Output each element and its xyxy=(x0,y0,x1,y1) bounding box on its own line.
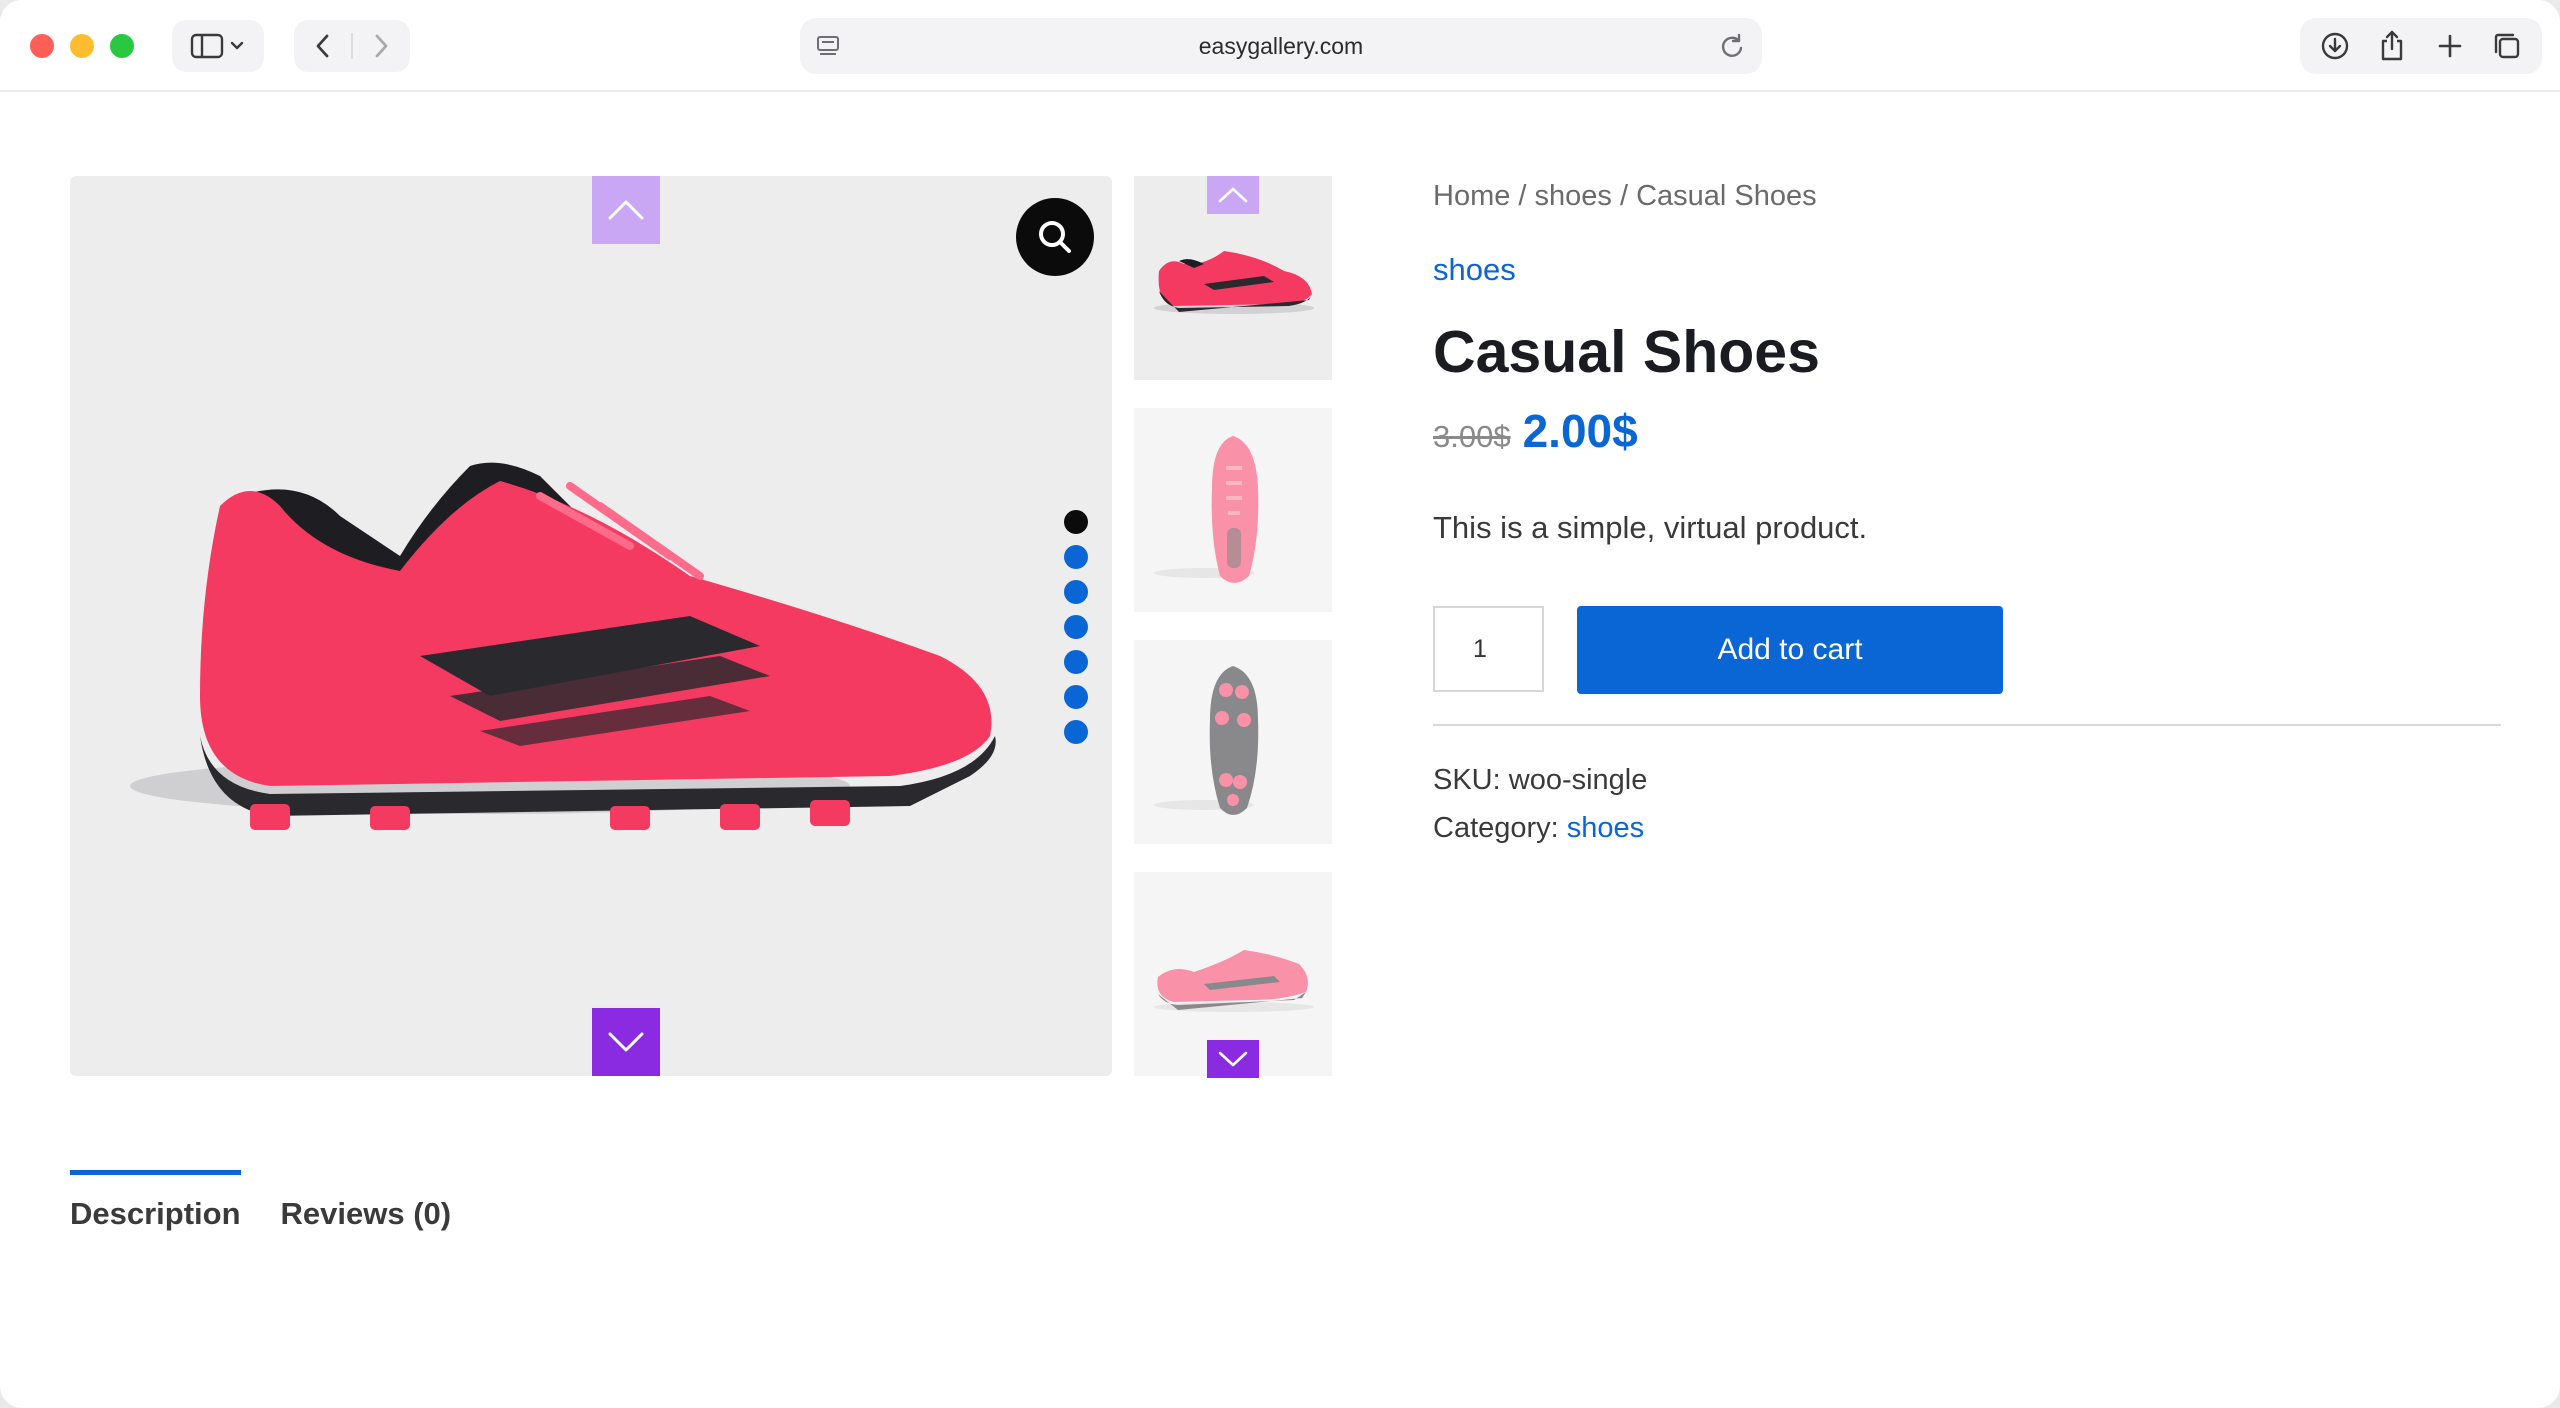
close-window-button[interactable] xyxy=(30,34,54,58)
browser-toolbar: easygallery.com xyxy=(0,0,2560,92)
gallery-prev-button[interactable] xyxy=(592,176,660,244)
slide-dot-6[interactable] xyxy=(1064,685,1088,709)
add-to-cart-button[interactable]: Add to cart xyxy=(1577,606,2003,694)
short-description: This is a simple, virtual product. xyxy=(1433,510,1868,545)
minimize-window-button[interactable] xyxy=(70,34,94,58)
breadcrumb-current: Casual Shoes xyxy=(1636,180,1817,212)
new-tab-button[interactable] xyxy=(2424,20,2476,72)
category-link[interactable]: shoes xyxy=(1567,812,1644,844)
shoe-image xyxy=(130,462,996,830)
reload-icon[interactable] xyxy=(1718,32,1746,60)
chevron-right-icon xyxy=(376,34,388,58)
browser-window: easygallery.com Home / shoes / Casual Sh… xyxy=(0,0,2560,1408)
product-main-image[interactable] xyxy=(70,176,1112,1076)
product-category-link[interactable]: shoes xyxy=(1433,252,1516,288)
tabs-icon xyxy=(2495,33,2520,59)
product-sku: SKU: woo-single xyxy=(1433,764,1647,797)
summary-divider xyxy=(1433,724,2501,726)
back-button[interactable] xyxy=(294,20,351,72)
zoom-button[interactable] xyxy=(1016,198,1094,276)
slide-dot-3[interactable] xyxy=(1064,580,1088,604)
breadcrumb-home[interactable]: Home xyxy=(1433,180,1510,212)
tab-overview-button[interactable] xyxy=(2481,20,2533,72)
slide-dot-1[interactable] xyxy=(1064,510,1088,534)
address-bar[interactable]: easygallery.com xyxy=(800,18,1762,74)
download-icon xyxy=(2321,32,2348,60)
sku-value: woo-single xyxy=(1508,764,1648,796)
sidebar-icon xyxy=(190,33,244,59)
chevron-up-icon xyxy=(1218,187,1248,203)
shoe-top-thumbnail xyxy=(1154,436,1259,583)
sku-label: SKU: xyxy=(1433,764,1501,796)
thumbnail-2[interactable] xyxy=(1134,408,1332,612)
product-category: Category: shoes xyxy=(1433,812,1644,845)
plus-icon xyxy=(2438,34,2462,58)
product-tabs: Description Reviews (0) xyxy=(70,1170,491,1232)
gallery-next-button[interactable] xyxy=(592,1008,660,1076)
slide-dot-7[interactable] xyxy=(1064,720,1088,744)
shoe-sole-thumbnail xyxy=(1154,666,1259,815)
navigation-buttons xyxy=(294,20,410,72)
breadcrumb-shoes[interactable]: shoes xyxy=(1535,180,1612,212)
tab-reviews[interactable]: Reviews (0) xyxy=(281,1170,452,1232)
regular-price: 3.00$ xyxy=(1433,419,1511,454)
chevron-down-icon xyxy=(608,1032,644,1052)
tab-description[interactable]: Description xyxy=(70,1170,241,1232)
thumbnail-3[interactable] xyxy=(1134,640,1332,844)
zoom-window-button[interactable] xyxy=(110,34,134,58)
slide-dot-2[interactable] xyxy=(1064,545,1088,569)
downloads-button[interactable] xyxy=(2309,20,2361,72)
category-label: Category: xyxy=(1433,812,1559,844)
product-title: Casual Shoes xyxy=(1433,319,1820,385)
search-icon xyxy=(1039,221,1071,253)
slide-dot-5[interactable] xyxy=(1064,650,1088,674)
breadcrumb-separator: / xyxy=(1611,180,1637,212)
thumbnails-next-button[interactable] xyxy=(1207,1040,1259,1078)
quantity-input[interactable]: 1 xyxy=(1433,606,1544,692)
breadcrumb: Home / shoes / Casual Shoes xyxy=(1433,180,1817,213)
thumbnail-strip xyxy=(1134,176,1332,1078)
forward-button[interactable] xyxy=(353,20,410,72)
browser-actions xyxy=(2300,18,2542,74)
chevron-up-icon xyxy=(608,200,644,220)
chevron-down-icon xyxy=(1218,1051,1248,1067)
thumbnails-prev-button[interactable] xyxy=(1207,176,1259,214)
slide-indicator-dots xyxy=(1064,510,1090,755)
sidebar-toggle-button[interactable] xyxy=(172,20,264,72)
breadcrumb-separator: / xyxy=(1510,180,1535,212)
slide-dot-4[interactable] xyxy=(1064,615,1088,639)
product-price: 3.00$ 2.00$ xyxy=(1433,404,1638,458)
share-button[interactable] xyxy=(2366,20,2418,72)
share-icon xyxy=(2382,30,2403,61)
url-text: easygallery.com xyxy=(1198,33,1364,59)
chevron-left-icon xyxy=(316,34,328,58)
sale-price: 2.00$ xyxy=(1522,405,1638,457)
